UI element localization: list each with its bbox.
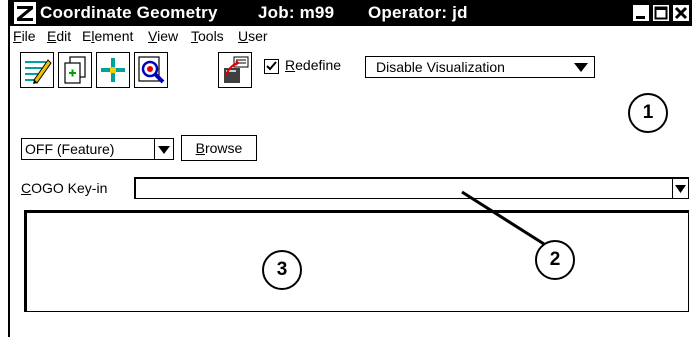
edit-list-icon: [25, 59, 52, 84]
menu-view[interactable]: View: [148, 28, 178, 44]
operator-label: Operator: jd: [368, 3, 468, 22]
minimize-button[interactable]: [632, 4, 650, 22]
cogo-window: Coordinate Geometry Job: m99 Operator: j…: [8, 0, 692, 337]
copy-document-icon: [64, 56, 86, 84]
crosshair-button[interactable]: [96, 52, 130, 88]
minimize-icon: [636, 16, 645, 19]
menu-user[interactable]: User: [238, 28, 268, 44]
cogo-keyin-dropdown-arrow[interactable]: [672, 179, 688, 198]
job-label: Job: m99: [258, 3, 335, 22]
menu-tools[interactable]: Tools: [191, 28, 224, 44]
redefine-checkbox[interactable]: [264, 59, 279, 74]
export-icon: [224, 56, 249, 83]
chevron-down-icon: [158, 146, 170, 154]
visualization-dropdown[interactable]: Disable Visualization: [365, 56, 595, 78]
callout-3: 3: [262, 250, 302, 290]
checkmark-icon: [266, 61, 277, 71]
chevron-down-icon: [675, 185, 686, 193]
redefine-label: Redefine: [285, 57, 342, 73]
menu-bar: File Edit Element View Tools User: [10, 26, 692, 46]
menu-edit[interactable]: Edit: [47, 28, 71, 44]
cogo-keyin-label: COGO Key-in: [21, 180, 108, 196]
title-bar[interactable]: Coordinate Geometry Job: m99 Operator: j…: [10, 0, 692, 26]
callout-2: 2: [535, 240, 575, 280]
app-logo-icon: [14, 2, 36, 24]
edit-list-button[interactable]: [20, 52, 54, 88]
chevron-down-icon: [574, 63, 588, 72]
menu-file[interactable]: File: [13, 28, 36, 44]
menu-element[interactable]: Element: [82, 28, 133, 44]
feature-selected: OFF (Feature): [25, 141, 115, 157]
visualization-selected: Disable Visualization: [376, 59, 505, 75]
export-button[interactable]: [218, 52, 252, 88]
copy-document-button[interactable]: [58, 52, 92, 88]
cogo-keyin-input[interactable]: [134, 177, 689, 199]
callout-2-pointer: [461, 190, 545, 246]
zoom-inspect-icon: [138, 56, 165, 84]
callout-1: 1: [628, 93, 668, 133]
maximize-icon: [654, 6, 668, 20]
close-icon: [674, 6, 688, 20]
window-title: Coordinate Geometry: [40, 3, 218, 22]
maximize-button[interactable]: [652, 4, 670, 22]
close-button[interactable]: [672, 4, 690, 22]
zoom-inspect-button[interactable]: [134, 52, 168, 88]
feature-dropdown[interactable]: OFF (Feature): [21, 138, 174, 160]
feature-dropdown-arrow[interactable]: [154, 139, 173, 159]
browse-button[interactable]: Browse: [181, 135, 257, 161]
output-panel: [24, 210, 689, 312]
crosshair-icon: [101, 58, 125, 82]
